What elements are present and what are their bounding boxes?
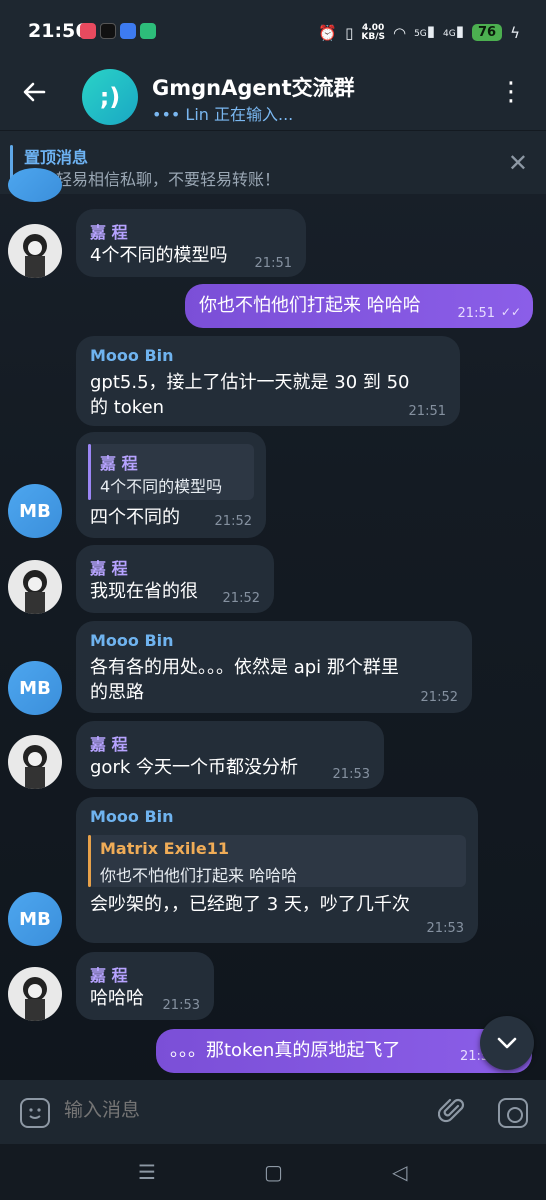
message-bubble[interactable]: 嘉 程 gork 今天一个币都没分析 21:53 — [76, 721, 384, 789]
status-bar: 21:56 ⏰ ▯ 4.00 KB/S ◠ 5G▮ 4G▮ 76 ϟ — [0, 0, 546, 64]
reply-text: 你也不怕他们打起来 哈哈哈 — [100, 866, 298, 885]
close-icon[interactable]: ✕ — [508, 149, 528, 177]
signal-4g-icon: 4G▮ — [443, 22, 464, 40]
avatar[interactable] — [8, 224, 62, 278]
pinned-title: 置顶消息 — [24, 148, 89, 167]
sender-name[interactable]: 嘉 程 — [90, 731, 128, 755]
pinned-text: 请勿轻易相信私聊，不要轻易转账！ — [24, 170, 281, 189]
app-notification-icon — [120, 23, 136, 39]
reply-quote[interactable]: 嘉 程 4个不同的模型吗 — [88, 444, 254, 500]
sender-name[interactable]: 嘉 程 — [90, 219, 128, 243]
network-speed: 4.00 KB/S — [361, 22, 385, 42]
back-nav-icon[interactable]: ◁ — [392, 1160, 407, 1184]
group-title[interactable]: GmgnAgent交流群 — [152, 72, 355, 102]
message-bubble[interactable]: 嘉 程 哈哈哈 21:53 — [76, 952, 214, 1020]
chevron-down-icon — [497, 1037, 517, 1049]
message-time: 21:52 — [420, 690, 458, 705]
status-indicators: ⏰ ▯ 4.00 KB/S ◠ 5G▮ 4G▮ 76 ϟ — [318, 22, 520, 43]
reply-bar — [88, 835, 91, 887]
group-avatar[interactable]: ;) — [82, 69, 138, 125]
message-text: 。。。那token真的原地起飞了 — [170, 1040, 401, 1061]
avatar[interactable] — [8, 967, 62, 1021]
avatar[interactable] — [8, 168, 62, 202]
message-time: 21:53 — [332, 767, 370, 782]
message-text: gpt5.5，接上了估计一天就是 30 到 50 — [90, 372, 410, 393]
message-time: 21:52 — [214, 514, 252, 529]
message-bubble[interactable]: 嘉 程 4个不同的模型吗 四个不同的 21:52 — [76, 432, 266, 538]
message-text: 4个不同的模型吗 — [90, 245, 228, 266]
sender-name[interactable]: 嘉 程 — [90, 962, 128, 986]
wifi-icon: ◠ — [392, 23, 407, 42]
avatar[interactable] — [8, 560, 62, 614]
app-notification-icon — [80, 23, 96, 39]
message-text: 哈哈哈 — [90, 988, 144, 1009]
notification-icons — [80, 23, 156, 39]
message-text: 各有各的用处。。。依然是 api 那个群里 — [90, 657, 399, 678]
message-time: 21:52 — [222, 591, 260, 606]
message-time: 21:51 — [254, 256, 292, 271]
attach-icon[interactable] — [437, 1096, 466, 1133]
message-text: 我现在省的很 — [90, 581, 198, 602]
alarm-icon: ⏰ — [318, 23, 338, 42]
avatar[interactable]: MB — [8, 892, 62, 946]
chat-screen: 21:56 ⏰ ▯ 4.00 KB/S ◠ 5G▮ 4G▮ 76 ϟ ;) Gmg… — [0, 0, 546, 1200]
chat-header: ;) GmgnAgent交流群 ••• Lin 正在输入... ⋮ — [0, 64, 546, 130]
charging-icon: ϟ — [510, 23, 520, 42]
message-text: 的思路 — [90, 682, 144, 703]
sender-name[interactable]: Mooo Bin — [90, 807, 174, 826]
message-bubble[interactable]: Mooo Bin Matrix Exile11 你也不怕他们打起来 哈哈哈 会吵… — [76, 797, 478, 943]
vibrate-icon: ▯ — [345, 23, 354, 42]
message-bubble[interactable]: 嘉 程 4个不同的模型吗 21:51 — [76, 209, 306, 277]
message-time: 21:53 — [162, 998, 200, 1013]
message-bubble-outgoing[interactable]: 你也不怕他们打起来 哈哈哈 21:51 ✓✓ — [185, 284, 533, 328]
message-input[interactable] — [64, 1099, 404, 1121]
sender-name[interactable]: 嘉 程 — [90, 555, 128, 579]
more-options-icon[interactable]: ⋮ — [498, 79, 524, 105]
message-text: gork 今天一个币都没分析 — [90, 757, 298, 778]
reply-quote[interactable]: Matrix Exile11 你也不怕他们打起来 哈哈哈 — [88, 835, 466, 887]
battery-indicator: 76 — [472, 24, 503, 41]
message-bubble[interactable]: 嘉 程 我现在省的很 21:52 — [76, 545, 274, 613]
tiktok-icon — [100, 23, 116, 39]
message-text: 四个不同的 — [90, 507, 180, 528]
avatar[interactable] — [8, 735, 62, 789]
message-time: 21:53 — [426, 921, 464, 936]
back-arrow-icon[interactable] — [20, 78, 52, 110]
read-ticks-icon: ✓✓ — [500, 305, 521, 319]
pinned-message[interactable]: 置顶消息 请勿轻易相信私聊，不要轻易转账！ ✕ — [0, 130, 546, 194]
message-bubble-outgoing[interactable]: 。。。那token真的原地起飞了 21:5 — [156, 1029, 532, 1073]
signal-5g-icon: 5G▮ — [414, 22, 436, 40]
app-notification-icon — [140, 23, 156, 39]
message-time: 21:51 — [408, 404, 446, 419]
message-time: 21:51 — [457, 306, 495, 321]
reply-sender: 嘉 程 — [100, 454, 138, 473]
avatar[interactable]: MB — [8, 661, 62, 715]
avatar[interactable]: MB — [8, 484, 62, 538]
camera-icon[interactable] — [498, 1098, 528, 1128]
message-text: 的 token — [90, 397, 165, 418]
message-text: 你也不怕他们打起来 哈哈哈 — [199, 295, 421, 316]
menu-nav-icon[interactable]: ☰ — [138, 1160, 156, 1184]
message-text: 会吵架的，，已经跑了 3 天，吵了几千次 — [90, 894, 410, 915]
sticker-icon[interactable] — [20, 1098, 50, 1128]
home-nav-icon[interactable]: ▢ — [264, 1160, 283, 1184]
reply-bar — [88, 444, 91, 500]
reply-text: 4个不同的模型吗 — [100, 477, 223, 496]
sender-name[interactable]: Mooo Bin — [90, 346, 174, 365]
message-bubble[interactable]: Mooo Bin 各有各的用处。。。依然是 api 那个群里 的思路 21:52 — [76, 621, 472, 713]
sender-name[interactable]: Mooo Bin — [90, 631, 174, 650]
scroll-down-button[interactable] — [480, 1016, 534, 1070]
reply-sender: Matrix Exile11 — [100, 839, 229, 858]
system-nav-bar: ☰ ▢ ◁ — [0, 1144, 546, 1200]
message-bubble[interactable]: Mooo Bin gpt5.5，接上了估计一天就是 30 到 50 的 toke… — [76, 336, 460, 426]
typing-status: ••• Lin 正在输入... — [152, 105, 294, 124]
message-input-bar — [0, 1080, 546, 1144]
